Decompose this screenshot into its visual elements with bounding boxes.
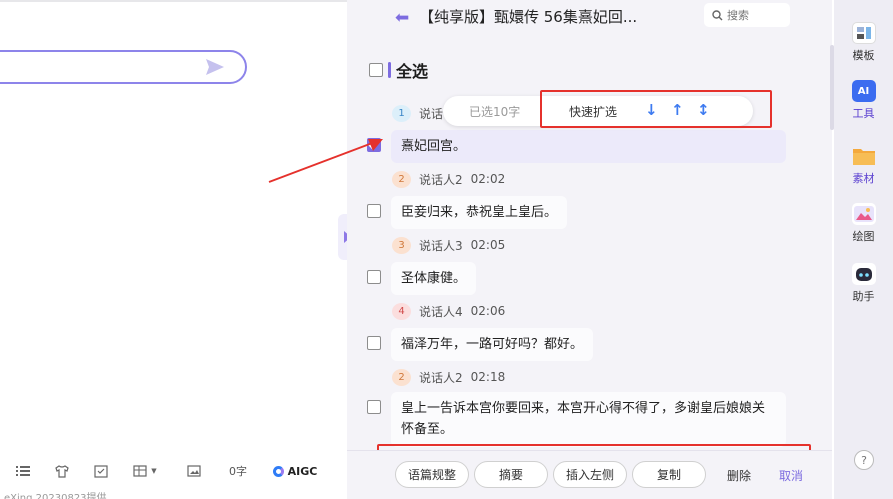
footer-attribution: eXing 20230823提供 [4,493,107,499]
aigc-button[interactable]: AIGC [270,463,320,479]
help-icon[interactable]: ? [854,450,874,470]
chevron-down-icon: ▼ [151,467,157,475]
utterance-item: 4 说话人4 02:06 福泽万年，一路可好吗？都好。 [367,302,594,362]
utterance-checkbox[interactable] [367,270,381,284]
search-box[interactable] [704,3,790,27]
shirt-icon[interactable] [53,463,71,479]
utterance-text[interactable]: 臣妾归来，恭祝皇上皇后。 [391,196,568,230]
word-count: 0字 [229,465,247,478]
transcript-header: ⬅ 【纯享版】甄嬛传 56集熹妃回... [347,0,832,32]
select-all-row[interactable]: 全选 [369,58,428,82]
speaker-name: 说话 [419,106,444,121]
image-icon[interactable] [185,463,203,479]
delete-button[interactable]: 删除 [727,467,751,484]
material-folder-icon [852,145,876,167]
timestamp: 02:05 [470,238,506,252]
rail-label: 助手 [852,290,875,303]
ai-tools-icon: AI [851,80,876,102]
right-rail: 模板 AI 工具 素材 绘图 助手 [834,0,893,499]
checklist-icon[interactable] [92,463,110,479]
top-divider [0,0,347,2]
cancel-button[interactable]: 取消 [779,467,803,484]
select-all-label: 全选 [396,62,429,81]
speaker-badge: 1 [392,104,411,122]
transcript-title: 【纯享版】甄嬛传 56集熹妃回... [419,8,638,26]
rail-label: 素材 [852,172,875,185]
aigc-logo-icon [272,465,284,477]
utterance-text[interactable]: 福泽万年，一路可好吗？都好。 [391,328,594,362]
quick-expand-button[interactable]: 快速扩选 [569,103,617,120]
select-all-checkbox[interactable] [369,63,383,77]
rail-item-template[interactable]: 模板 [834,22,893,63]
rail-item-assistant[interactable]: 助手 [834,263,893,304]
utterance-text[interactable]: 圣体康健。 [391,262,477,296]
insert-left-button[interactable]: 插入左侧 [553,461,627,488]
timestamp: 02:18 [470,370,506,384]
rail-label: 工具 [852,107,875,120]
timestamp: 02:06 [470,304,506,318]
rail-item-drawing[interactable]: 绘图 [834,203,893,244]
utterance-checkbox[interactable] [367,336,381,350]
drawing-icon [851,203,876,225]
utterance-item: 3 说话人3 02:05 圣体康健。 [367,236,506,296]
assistant-robot-icon [851,263,876,285]
action-bar: 语篇规整 摘要 插入左侧 复制 删除 取消 [347,450,832,499]
speaker-name: 说话人2 [419,370,463,385]
rail-label: 绘图 [852,230,875,243]
summary-button[interactable]: 摘要 [474,461,548,488]
speaker-name: 说话人3 [419,238,463,253]
search-icon [712,9,723,20]
format-button[interactable]: 语篇规整 [395,461,469,488]
copy-button[interactable]: 复制 [632,461,706,488]
speaker-badge: 2 [392,170,411,188]
template-icon [851,22,876,44]
utterance-checkbox[interactable] [367,138,381,152]
editor-toolbar: ▼ 0字 AIGC [0,455,347,485]
table-icon[interactable]: ▼ [128,463,162,479]
utterance-item: 2 说话人2 02:18 皇上一告诉本宫你要回来，本宫开心得不得了，多谢皇后娘娘… [367,368,786,447]
speaker-name: 说话人2 [419,172,463,187]
speaker-name: 说话人4 [419,304,463,319]
utterance-text[interactable]: 熹妃回宫。 [391,130,786,164]
editor-pane: ▼ 0字 AIGC eXing 20230823提供 [0,0,347,499]
send-icon[interactable] [205,58,225,76]
timestamp: 02:02 [470,172,506,186]
selected-count: 已选10字 [469,105,521,119]
utterance-checkbox[interactable] [367,204,381,218]
search-input[interactable] [727,8,775,22]
rail-label: 模板 [852,49,875,62]
speaker-badge: 4 [392,302,411,320]
aigc-label: AIGC [287,464,318,478]
rail-item-ai-tools[interactable]: AI 工具 [834,80,893,121]
back-arrow-icon[interactable]: ⬅ [395,8,409,28]
utterance-item: 2 说话人2 02:02 臣妾归来，恭祝皇上皇后。 [367,170,568,230]
rail-item-material[interactable]: 素材 [834,145,893,186]
accent-bar [388,62,391,78]
selection-toolbar: 已选10字 快速扩选 ↓ ↑ ↕ [443,96,753,126]
speaker-badge: 2 [392,368,411,386]
list-icon[interactable] [14,463,32,479]
arrow-updown-icon[interactable]: ↕ [697,101,710,119]
utterance-checkbox[interactable] [367,400,381,414]
transcript-panel: ⬅ 【纯享版】甄嬛传 56集熹妃回... 全选 1 说话 熹妃回宫。 2 说话人… [347,0,832,499]
arrow-down-icon[interactable]: ↓ [645,101,658,119]
speaker-badge: 3 [392,236,411,254]
arrow-up-icon[interactable]: ↑ [671,101,684,119]
utterance-text[interactable]: 皇上一告诉本宫你要回来，本宫开心得不得了，多谢皇后娘娘关怀备至。 [391,392,786,447]
